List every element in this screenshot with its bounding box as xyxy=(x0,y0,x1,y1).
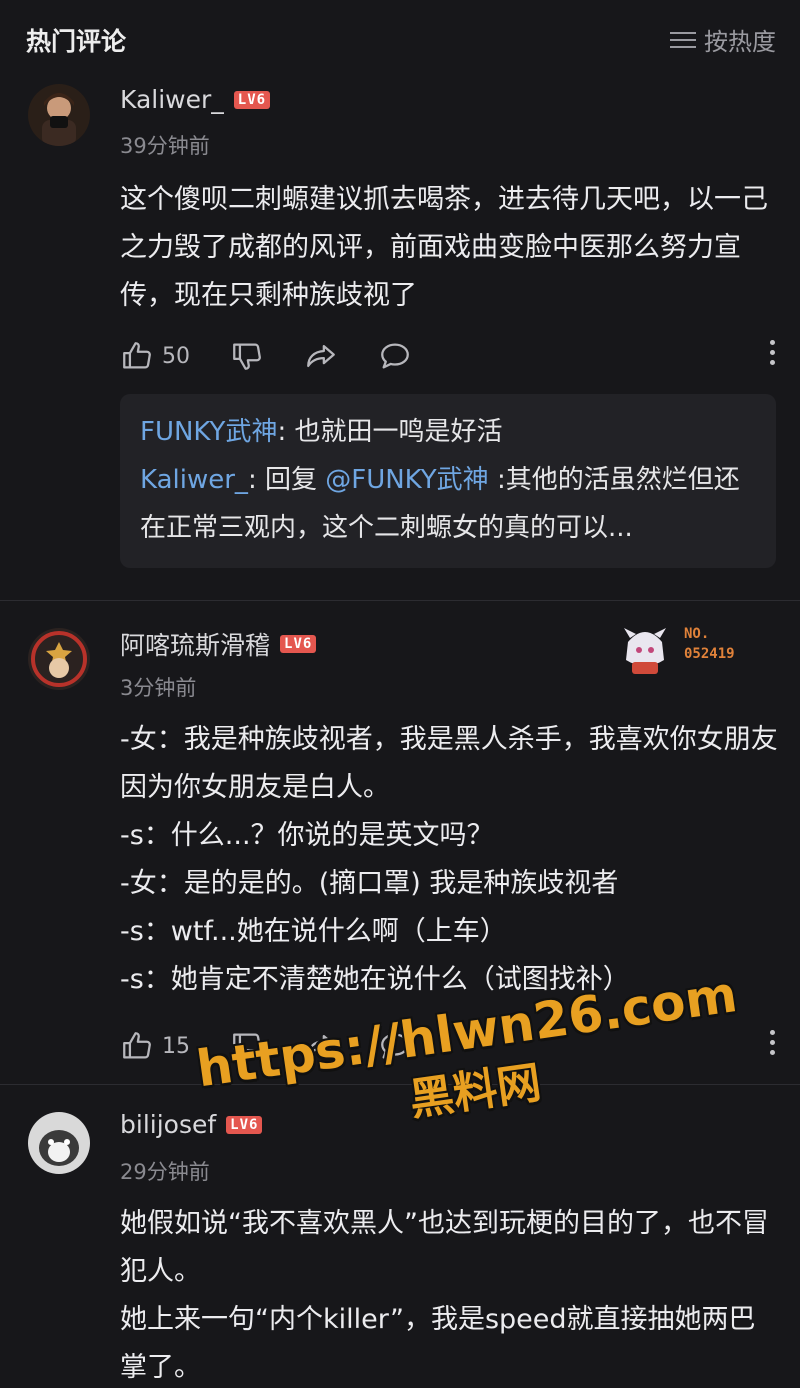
username-row: bilijosef LV6 xyxy=(120,1110,263,1139)
comment-bubble-icon xyxy=(381,343,409,369)
share-button[interactable] xyxy=(304,1029,338,1063)
fan-number-value: 052419 xyxy=(684,646,735,662)
username-row: Kaliwer_ LV6 xyxy=(120,85,271,114)
reply-preview[interactable]: FUNKY武神: 也就田一鸣是好活 Kaliwer_: 回复 @FUNKY武神 … xyxy=(120,394,776,568)
share-icon xyxy=(307,1034,335,1058)
timestamp: 39分钟前 xyxy=(120,134,210,158)
avatar[interactable] xyxy=(28,1112,90,1174)
username[interactable]: Kaliwer_ xyxy=(120,85,224,114)
like-button[interactable]: 50 xyxy=(120,339,190,373)
more-options-icon[interactable] xyxy=(768,1030,776,1060)
like-count: 15 xyxy=(162,1033,190,1059)
reply-button[interactable] xyxy=(378,339,412,373)
thumbs-down-icon xyxy=(233,1033,261,1060)
comment-actions: 15 xyxy=(120,1026,776,1066)
like-count: 50 xyxy=(162,343,190,369)
share-icon xyxy=(307,344,335,368)
fan-number-label: NO. xyxy=(684,626,710,642)
thumbs-down-icon xyxy=(233,343,261,370)
share-button[interactable] xyxy=(304,339,338,373)
timestamp: 3分钟前 xyxy=(120,676,197,700)
reply-separator: : 回复 xyxy=(247,465,326,495)
reply-item: Kaliwer_: 回复 @FUNKY武神 :其他的活虽然烂但还在正常三观内，这… xyxy=(140,456,756,552)
comment-text: -女：我是种族歧视者，我是黑人杀手，我喜欢你女朋友因为你女朋友是白人。 -s：什… xyxy=(120,724,778,995)
level-badge: LV6 xyxy=(233,90,271,109)
reply-item: FUNKY武神: 也就田一鸣是好活 xyxy=(140,408,756,456)
username[interactable]: 阿喀琉斯滑稽 xyxy=(120,626,270,662)
reply-mention[interactable]: @FUNKY武神 xyxy=(325,465,488,495)
reply-separator: : xyxy=(277,417,295,447)
username-row: 阿喀琉斯滑稽 LV6 xyxy=(120,626,317,662)
comment-bubble-icon xyxy=(381,1033,409,1059)
fan-number: NO. 052419 xyxy=(684,624,735,664)
reply-text: 也就田一鸣是好活 xyxy=(294,417,503,447)
username[interactable]: bilijosef xyxy=(120,1110,216,1139)
avatar[interactable] xyxy=(28,628,90,690)
level-badge: LV6 xyxy=(226,1115,263,1134)
reply-username[interactable]: FUNKY武神 xyxy=(140,417,277,447)
comment-item: 阿喀琉斯滑稽 LV6 NO. 052419 3分钟前 -女：我是种族歧视者，我是… xyxy=(0,600,800,1084)
reply-username[interactable]: Kaliwer_ xyxy=(140,465,248,495)
more-options-icon[interactable] xyxy=(768,340,776,370)
mascot-icon xyxy=(624,628,666,674)
thumbs-up-icon xyxy=(123,342,151,369)
reply-button[interactable] xyxy=(378,1029,412,1063)
dislike-button[interactable] xyxy=(230,339,264,373)
comment-text: 她假如说“我不喜欢黑人”也达到玩梗的目的了，也不冒犯人。 她上来一句“内个kil… xyxy=(120,1208,769,1383)
timestamp: 29分钟前 xyxy=(120,1160,210,1184)
level-badge: LV6 xyxy=(280,635,317,653)
like-button[interactable]: 15 xyxy=(120,1029,190,1063)
comment-text: 这个傻呗二刺螈建议抓去喝茶，进去待几天吧，以一己之力毁了成都的风评，前面戏曲变脸… xyxy=(120,184,768,311)
fan-badge[interactable]: NO. 052419 xyxy=(618,620,778,680)
thumbs-up-icon xyxy=(123,1032,151,1059)
comment-item: bilijosef LV6 29分钟前 她假如说“我不喜欢黑人”也达到玩梗的目的… xyxy=(0,1084,800,1388)
comment-actions: 50 xyxy=(120,336,776,376)
avatar[interactable] xyxy=(28,84,90,146)
dislike-button[interactable] xyxy=(230,1029,264,1063)
comment-item: Kaliwer_ LV6 39分钟前 这个傻呗二刺螈建议抓去喝茶，进去待几天吧，… xyxy=(0,0,800,600)
